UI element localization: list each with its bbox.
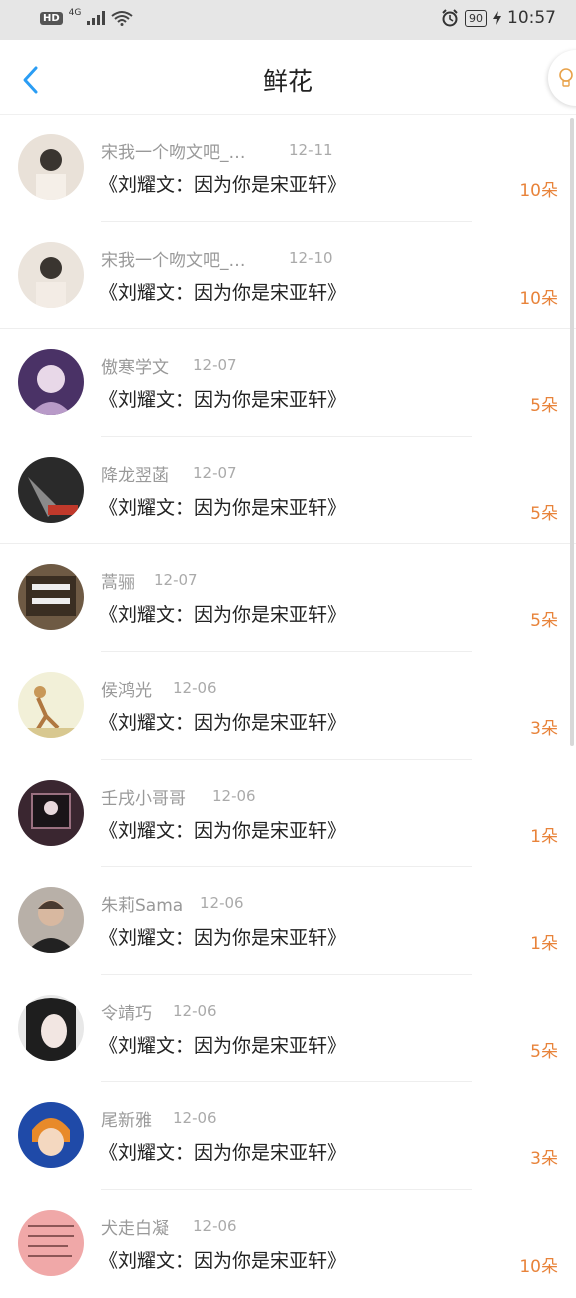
list-item[interactable]: 侯鸿光 12-06 《刘耀文：因为你是宋亚轩》 3朵: [0, 652, 576, 760]
user-name: 傲寒学文: [101, 358, 169, 379]
avatar: [18, 994, 84, 1061]
flower-count: 1朵: [530, 934, 558, 955]
list-item[interactable]: 傲寒学文 12-07 《刘耀文：因为你是宋亚轩》 5朵: [0, 329, 576, 437]
date: 12-10: [289, 248, 333, 267]
charging-icon: [493, 11, 501, 25]
flower-count: 5朵: [530, 396, 558, 417]
list-item[interactable]: 壬戌小哥哥 12-06 《刘耀文：因为你是宋亚轩》 1朵: [0, 760, 576, 868]
book-title: 《刘耀文：因为你是宋亚轩》: [99, 496, 347, 519]
battery-level: 90: [465, 9, 487, 27]
avatar: [18, 456, 84, 523]
header: 鲜花: [0, 40, 576, 115]
book-title: 《刘耀文：因为你是宋亚轩》: [99, 1249, 347, 1272]
book-title: 《刘耀文：因为你是宋亚轩》: [99, 711, 347, 734]
list-item[interactable]: 犬走白凝 12-06 《刘耀文：因为你是宋亚轩》 10朵: [0, 1190, 576, 1298]
user-name: 侯鸿光: [101, 680, 152, 701]
flower-count: 10朵: [519, 1256, 558, 1277]
page-title: 鲜花: [262, 67, 313, 96]
book-title: 《刘耀文：因为你是宋亚轩》: [99, 819, 347, 842]
date: 12-06: [173, 678, 217, 697]
flower-count: 5朵: [530, 611, 558, 632]
book-title: 《刘耀文：因为你是宋亚轩》: [99, 1034, 347, 1057]
status-left: HD 4G: [40, 8, 133, 26]
date: 12-06: [173, 1109, 217, 1128]
date: 12-06: [193, 1216, 237, 1235]
flower-count: 3朵: [530, 718, 558, 739]
avatar: [18, 779, 84, 846]
scrollbar[interactable]: [570, 118, 574, 746]
flower-list: 宋我一个吻文吧_… 12-11 《刘耀文：因为你是宋亚轩》 10朵 宋我一个吻文…: [0, 114, 576, 1298]
date: 12-07: [193, 463, 237, 482]
signal-icon: [87, 11, 106, 25]
bulb-icon: [559, 68, 573, 87]
avatar: [18, 671, 84, 738]
avatar: [18, 134, 84, 200]
book-title: 《刘耀文：因为你是宋亚轩》: [99, 604, 347, 627]
wifi-icon: [111, 11, 133, 26]
date: 12-11: [289, 141, 333, 159]
hd-indicator: HD: [40, 11, 63, 25]
list-item[interactable]: 朱莉Sama 12-06 《刘耀文：因为你是宋亚轩》 1朵: [0, 867, 576, 975]
date: 12-07: [154, 571, 198, 590]
user-name: 尾新雅: [101, 1111, 152, 1132]
date: 12-07: [193, 356, 237, 375]
flower-count: 10朵: [519, 288, 558, 309]
user-name: 宋我一个吻文吧_…: [101, 250, 246, 271]
avatar: [18, 564, 84, 631]
date: 12-06: [212, 786, 256, 805]
user-name: 宋我一个吻文吧_…: [101, 143, 246, 163]
list-item[interactable]: 宋我一个吻文吧_… 12-11 《刘耀文：因为你是宋亚轩》 10朵: [0, 114, 576, 222]
list-item[interactable]: 降龙翌菡 12-07 《刘耀文：因为你是宋亚轩》 5朵: [0, 437, 576, 545]
user-name: 壬戌小哥哥: [101, 788, 186, 809]
avatar: [18, 241, 84, 308]
list-item[interactable]: 蒿骊 12-07 《刘耀文：因为你是宋亚轩》 5朵: [0, 544, 576, 652]
avatar: [18, 887, 84, 954]
flower-count: 3朵: [530, 1149, 558, 1170]
avatar: [18, 349, 84, 416]
status-bar: HD 4G 90 10:57: [0, 0, 576, 40]
flower-count: 5朵: [530, 503, 558, 524]
date: 12-06: [200, 894, 244, 913]
book-title: 《刘耀文：因为你是宋亚轩》: [99, 389, 347, 412]
user-name: 降龙翌菡: [101, 465, 169, 486]
user-name: 令靖巧: [101, 1003, 152, 1024]
book-title: 《刘耀文：因为你是宋亚轩》: [99, 281, 347, 304]
alarm-icon: [442, 9, 458, 27]
user-name: 犬走白凝: [101, 1218, 169, 1239]
book-title: 《刘耀文：因为你是宋亚轩》: [99, 1142, 347, 1165]
avatar: [18, 1102, 84, 1169]
status-right: 90 10:57: [441, 8, 556, 28]
book-title: 《刘耀文：因为你是宋亚轩》: [99, 927, 347, 950]
list-item[interactable]: 尾新雅 12-06 《刘耀文：因为你是宋亚轩》 3朵: [0, 1082, 576, 1190]
user-name: 蒿骊: [101, 573, 135, 594]
avatar: [18, 1209, 84, 1276]
book-title: 《刘耀文：因为你是宋亚轩》: [99, 174, 347, 196]
flower-count: 10朵: [519, 181, 558, 201]
flower-count: 5朵: [530, 1041, 558, 1062]
list-item[interactable]: 令靖巧 12-06 《刘耀文：因为你是宋亚轩》 5朵: [0, 975, 576, 1083]
user-name: 朱莉Sama: [101, 896, 184, 917]
date: 12-06: [173, 1001, 217, 1020]
flower-count: 1朵: [530, 826, 558, 847]
network-type: 4G: [68, 8, 82, 18]
clock: 10:57: [507, 8, 556, 28]
list-item[interactable]: 宋我一个吻文吧_… 12-10 《刘耀文：因为你是宋亚轩》 10朵: [0, 222, 576, 330]
